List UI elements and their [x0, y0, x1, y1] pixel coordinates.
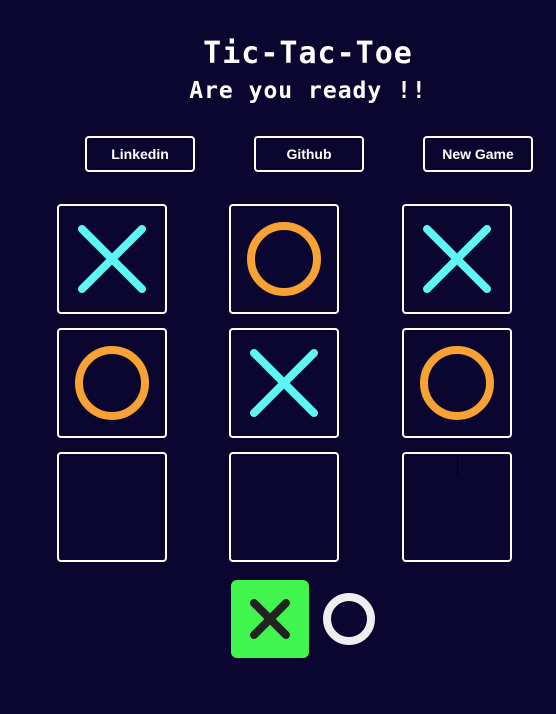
x-mark-icon: [250, 599, 290, 639]
game-title: Tic-Tac-Toe: [203, 36, 413, 71]
turn-indicator-o: [310, 580, 388, 658]
turn-indicator-x: [231, 580, 309, 658]
board-cell-r2-c3[interactable]: [402, 328, 512, 438]
x-mark-icon: [423, 225, 491, 293]
new-game-button[interactable]: New Game: [423, 136, 533, 172]
board-cell-r2-c2[interactable]: [229, 328, 339, 438]
board-cell-r1-c3[interactable]: [402, 204, 512, 314]
text-cursor: [457, 454, 458, 476]
board-cell-r3-c2[interactable]: [229, 452, 339, 562]
board-cell-r1-c1[interactable]: [57, 204, 167, 314]
board-cell-r2-c1[interactable]: [57, 328, 167, 438]
o-mark-icon: [247, 222, 321, 296]
o-mark-icon: [323, 593, 375, 645]
board-cell-r1-c2[interactable]: [229, 204, 339, 314]
board-cell-r3-c1[interactable]: [57, 452, 167, 562]
x-mark-icon: [250, 349, 318, 417]
o-mark-icon: [420, 346, 494, 420]
game-subtitle: Are you ready !!: [189, 78, 427, 104]
o-mark-icon: [75, 346, 149, 420]
linkedin-button[interactable]: Linkedin: [85, 136, 195, 172]
x-mark-icon: [78, 225, 146, 293]
github-button[interactable]: Github: [254, 136, 364, 172]
